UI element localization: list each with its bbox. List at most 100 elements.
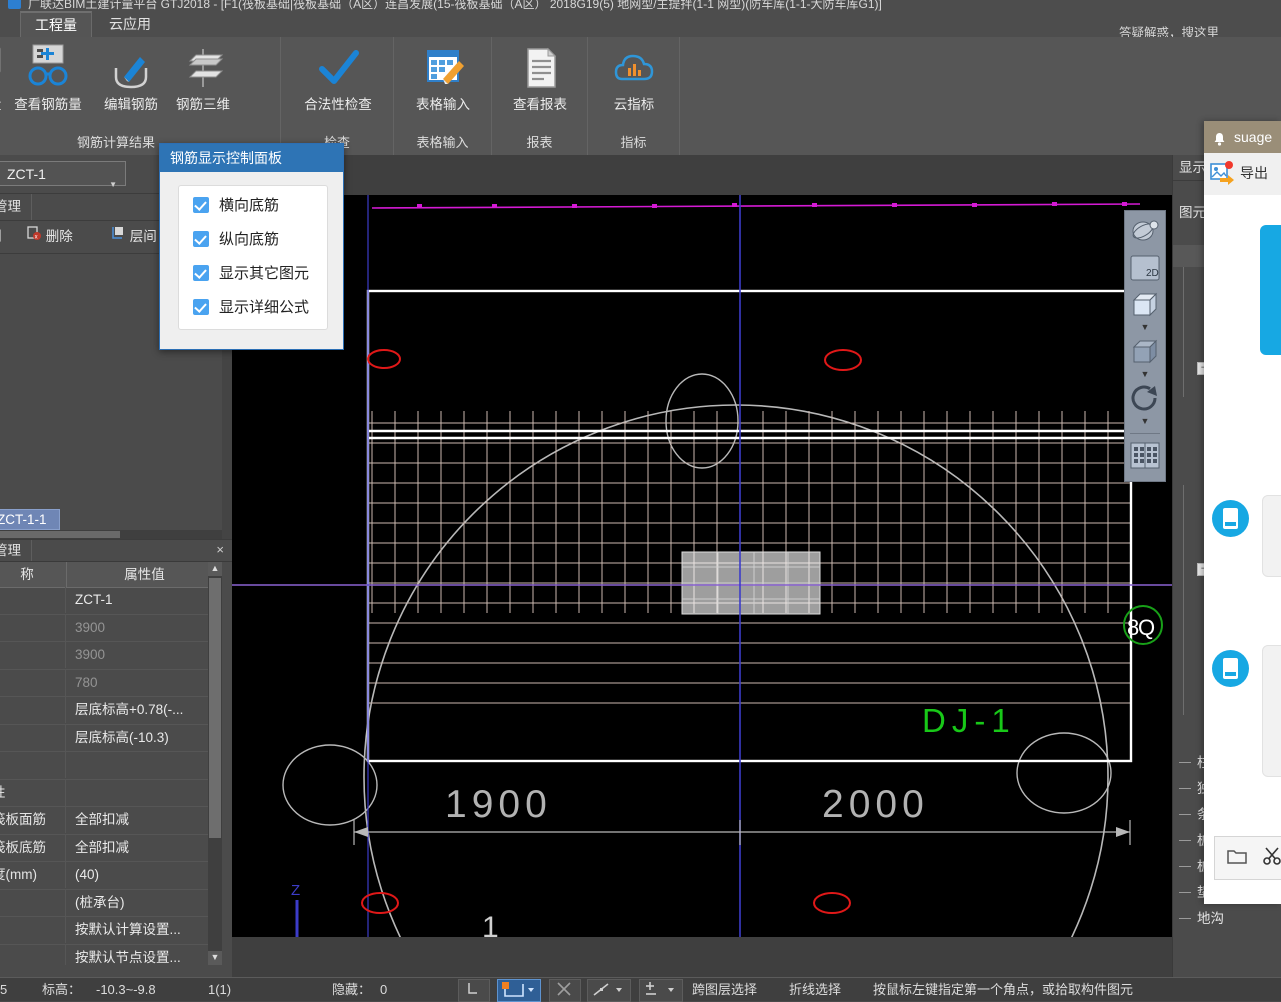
ribbon-group-label: 表格输入 [416,135,469,150]
property-value[interactable]: 3900 [70,615,222,641]
view-tools-strip[interactable]: 2D ▼ ▼ ▼ [1124,210,1166,482]
checkbox-icon[interactable] [193,265,209,281]
chevron-down-icon[interactable]: ▼ [1139,417,1151,426]
ribbon-button-validity-check[interactable]: 合法性检查 [300,43,376,127]
tree-horizontal-scrollbar[interactable] [0,530,222,539]
property-value[interactable]: 按默认节点设置... [70,945,222,966]
table-row[interactable]: 筏板面筋全部扣减 [0,807,222,835]
table-row[interactable]: 层底标高(-10.3) [0,724,222,752]
cad-drawing[interactable]: 1900 2000 DJ-1 3-21 8 Q 1 Z X [232,195,1172,937]
ribbon-group-indicator: 云指标 指标 [588,37,680,155]
chat-bubble-incoming [1262,495,1281,577]
component-select[interactable]: ZCT-1 ▼ [0,161,126,189]
property-value[interactable]: (桩承台) [70,890,222,916]
table-row[interactable]: 3900 [0,614,222,642]
property-name [0,917,66,943]
ribbon-button-view-report[interactable]: 查看报表 [504,43,576,127]
property-value[interactable]: 层底标高+0.78(-... [70,697,222,723]
property-value[interactable]: (40) [70,862,222,888]
property-name: 性 [0,779,66,806]
rebar-display-control-dialog[interactable]: 钢筋显示控制面板 横向底筋 纵向底筋 显示其它图元 显示详细公式 [159,143,344,350]
table-row[interactable]: ZCT-1 [0,587,222,615]
snap-corner-icon[interactable] [497,979,541,1002]
table-row[interactable]: 性 [0,779,222,807]
orbit-icon[interactable] [1128,214,1162,248]
property-value[interactable]: ZCT-1 [70,587,222,613]
checkbox-icon[interactable] [193,231,209,247]
cad-canvas-area[interactable]: 1900 2000 DJ-1 3-21 8 Q 1 Z X [232,155,1172,977]
property-value[interactable]: 全部扣减 [70,835,222,861]
svg-text:Q: Q [1138,615,1155,640]
properties-right-gutter [222,562,232,965]
checkbox-icon[interactable] [193,299,209,315]
chat-panel-action-bar[interactable] [1214,836,1281,880]
checkbox-row-show-detailed-formula[interactable]: 显示详细公式 [179,294,327,322]
extend-icon[interactable] [639,979,683,1002]
chevron-down-icon[interactable]: ▼ [1139,370,1151,379]
folder-icon[interactable] [1227,847,1247,869]
scroll-down-icon[interactable]: ▼ [208,951,222,965]
layers-icon[interactable] [1128,439,1162,473]
checkbox-icon[interactable] [193,197,209,213]
ribbon-button-cloud-indicator[interactable]: 云指标 [598,43,670,127]
mode-button-polyline-select[interactable]: 折线选择 [789,978,841,1001]
properties-vertical-scrollbar[interactable]: ▲ ▼ [208,562,222,965]
property-value[interactable]: 层底标高(-10.3) [70,725,222,751]
tab-properties-manage[interactable]: 管理 [0,540,32,561]
table-row[interactable]: (桩承台) [0,889,222,917]
export-image-icon[interactable] [1210,161,1236,187]
cad-dim-left: 1900 [445,783,552,826]
property-value[interactable]: 按默认计算设置... [70,917,222,943]
export-label[interactable]: 导出 [1240,163,1268,183]
table-row[interactable] [0,752,222,780]
layer-button[interactable]: 层间 [110,225,157,249]
tree-item-selected[interactable]: ZCT-1-1 [0,509,60,530]
ribbon-button-table-input[interactable]: 表格输入 [407,43,479,127]
ribbon-group-label: 报表 [526,135,553,150]
copy-label: 制 [0,229,2,244]
chat-panel-toolbar: 导出 [1204,153,1281,196]
chat-side-panel[interactable]: suage 导出 [1204,121,1281,904]
checkbox-row-horizontal-bottom-bar[interactable]: 横向底筋 [179,192,327,220]
close-icon[interactable]: × [216,542,224,557]
table-row[interactable]: 层底标高+0.78(-... [0,697,222,725]
intersection-icon[interactable] [549,979,581,1002]
ribbon-button-view-rebar-qty[interactable]: 查看钢筋量 [12,43,84,127]
scroll-up-icon[interactable]: ▲ [208,562,222,576]
properties-rows[interactable]: ZCT-1 3900 3900 780 层底标高+0.78(-... 层底标高(… [0,587,222,965]
checkbox-row-vertical-bottom-bar[interactable]: 纵向底筋 [179,226,327,254]
scissors-icon[interactable] [1263,847,1281,870]
mode-button-cross-layer-select[interactable]: 跨图层选择 [692,978,757,1001]
table-row[interactable]: 3900 [0,642,222,670]
tab-yunyingyong[interactable]: 云应用 [95,11,165,37]
property-value[interactable]: 全部扣减 [70,807,222,833]
delete-button[interactable]: x 删除 [26,225,73,249]
table-row[interactable]: 按默认节点设置... [0,944,222,966]
property-value[interactable] [70,780,222,806]
property-value[interactable] [70,752,222,778]
ortho-icon[interactable] [458,979,490,1002]
copy-button[interactable]: 制 [0,225,2,249]
property-name [0,587,66,613]
midpoint-icon[interactable] [587,979,631,1002]
scroll-thumb[interactable] [209,578,221,838]
checkbox-row-show-other-elements[interactable]: 显示其它图元 [179,260,327,288]
property-value[interactable]: 780 [70,670,222,696]
ribbon-button-edit-rebar[interactable]: 编辑钢筋 [95,43,167,127]
chevron-down-icon[interactable]: ▼ [1139,323,1151,332]
solid-cube-icon[interactable] [1128,335,1162,369]
tab-manage[interactable]: 管理 [0,194,32,220]
wireframe-cube-icon[interactable] [1128,288,1162,322]
rotate-icon[interactable] [1128,381,1162,415]
component-select-value: ZCT-1 [7,166,46,182]
table-row[interactable]: 筏板底筋全部扣减 [0,834,222,862]
tab-gongchengliang[interactable]: 工程量 [20,11,92,39]
chat-panel-body[interactable] [1204,195,1281,815]
ribbon-button-rebar-3d[interactable]: 钢筋三维 [167,43,239,127]
tree-item-digou[interactable]: 地沟 [1173,906,1281,932]
table-row[interactable]: 按默认计算设置... [0,917,222,945]
property-value[interactable]: 3900 [70,642,222,668]
table-row[interactable]: 度(mm)(40) [0,862,222,890]
table-row[interactable]: 780 [0,669,222,697]
view-2d-icon[interactable]: 2D [1128,251,1162,285]
